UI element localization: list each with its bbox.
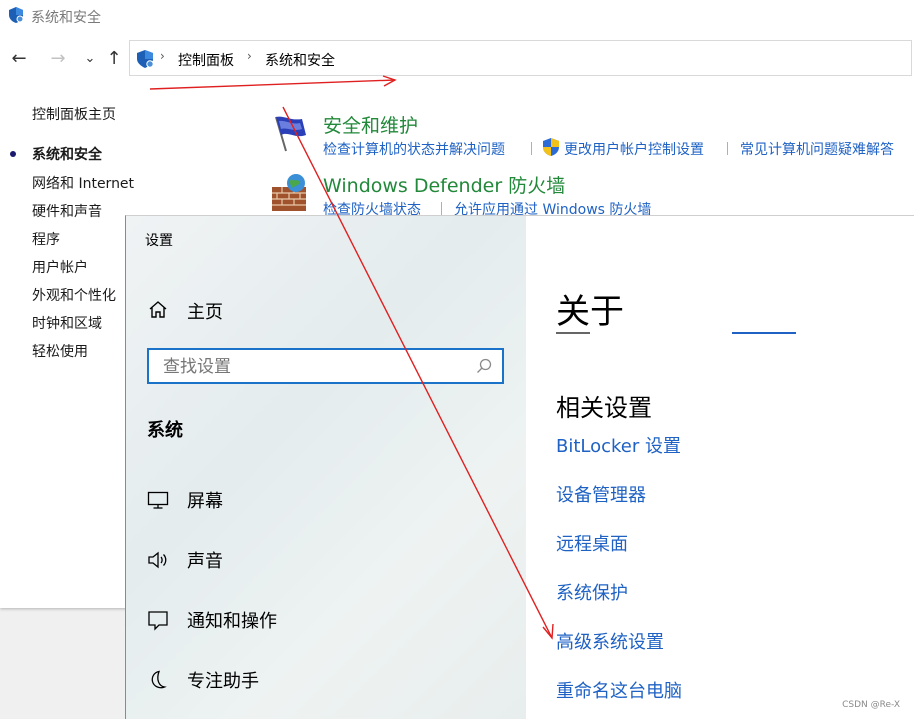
breadcrumb-system-security[interactable]: 系统和安全	[265, 50, 335, 70]
home-button[interactable]: 主页	[147, 298, 397, 323]
menu-item-label: 屏幕	[187, 491, 223, 512]
shield-icon	[137, 50, 154, 68]
nav-item-user-accounts[interactable]: 用户帐户	[32, 257, 88, 277]
category-title[interactable]: 安全和维护	[323, 111, 418, 138]
menu-item-display[interactable]: 屏幕	[147, 487, 447, 515]
link-check-status[interactable]: 检查计算机的状态并解决问题	[323, 139, 505, 159]
home-icon	[149, 301, 167, 318]
up-arrow-icon[interactable]: ↑	[103, 48, 125, 70]
settings-window: 设置 主页 系统 屏幕	[125, 215, 914, 719]
link-bitlocker[interactable]: BitLocker 设置	[556, 432, 681, 458]
flag-icon	[275, 116, 306, 152]
nav-item-network-internet[interactable]: 网络和 Internet	[32, 173, 134, 193]
title-bar: 系统和安全	[0, 0, 914, 32]
monitor-icon	[147, 491, 169, 509]
back-arrow-icon[interactable]: ←	[8, 48, 30, 70]
settings-content: 关于 相关设置 BitLocker 设置 设备管理器 远程桌面 系统保护 高级系…	[526, 216, 914, 719]
chevron-right-icon: ›	[247, 49, 252, 63]
link-troubleshoot[interactable]: 常见计算机问题疑难解答	[740, 139, 894, 159]
home-label: 主页	[187, 302, 223, 323]
firewall-icon	[272, 174, 306, 211]
navigation-bar: ← → ⌄ ↑ › 控制面板 › 系统和安全	[0, 40, 914, 78]
settings-window-title: 设置	[145, 233, 173, 249]
nav-item-programs[interactable]: 程序	[32, 229, 60, 249]
divider	[727, 142, 728, 155]
section-title-system: 系统	[147, 420, 183, 441]
link-advanced-system-settings[interactable]: 高级系统设置	[556, 628, 664, 654]
notification-icon	[148, 611, 168, 631]
category-title[interactable]: Windows Defender 防火墙	[323, 171, 565, 198]
page-title: 关于	[556, 292, 624, 332]
link-rename-pc[interactable]: 重命名这台电脑	[556, 677, 682, 703]
nav-item-appearance[interactable]: 外观和个性化	[32, 285, 116, 305]
clipped-text-remnant	[556, 332, 816, 338]
link-device-manager[interactable]: 设备管理器	[556, 481, 646, 507]
menu-item-label: 声音	[187, 551, 223, 572]
divider	[441, 202, 442, 215]
menu-item-label: 专注助手	[187, 671, 259, 692]
menu-item-sound[interactable]: 声音	[147, 547, 447, 575]
watermark: CSDN @Re-X	[842, 700, 900, 710]
link-uac-settings[interactable]: 更改用户帐户控制设置	[564, 139, 704, 159]
chevron-down-icon[interactable]: ⌄	[79, 48, 101, 70]
related-settings-title: 相关设置	[556, 394, 652, 422]
settings-sidebar: 设置 主页 系统 屏幕	[126, 216, 526, 719]
window-title: 系统和安全	[31, 10, 101, 26]
moon-icon	[151, 670, 167, 689]
chevron-right-icon: ›	[160, 49, 165, 63]
shield-icon	[9, 7, 24, 23]
nav-item-clock-region[interactable]: 时钟和区域	[32, 313, 102, 333]
address-bar[interactable]: › 控制面板 › 系统和安全	[129, 40, 912, 76]
uac-shield-icon	[543, 138, 559, 156]
search-input[interactable]	[161, 355, 465, 379]
link-remote-desktop[interactable]: 远程桌面	[556, 530, 628, 556]
forward-arrow-icon[interactable]: →	[47, 48, 69, 70]
nav-item-ease-of-access[interactable]: 轻松使用	[32, 341, 88, 361]
divider	[531, 142, 532, 155]
menu-item-focus-assist[interactable]: 专注助手	[147, 667, 447, 695]
menu-item-notifications[interactable]: 通知和操作	[147, 607, 447, 635]
nav-item-hardware-sound[interactable]: 硬件和声音	[32, 201, 102, 221]
search-icon[interactable]	[476, 358, 492, 374]
nav-item-system-security[interactable]: 系统和安全	[32, 144, 102, 164]
active-bullet-icon	[10, 151, 16, 157]
speaker-icon	[148, 551, 167, 569]
breadcrumb-control-panel[interactable]: 控制面板	[178, 50, 234, 70]
nav-item-control-panel-home[interactable]: 控制面板主页	[32, 104, 116, 124]
search-box[interactable]	[147, 348, 504, 384]
link-system-protection[interactable]: 系统保护	[556, 579, 628, 605]
menu-item-label: 通知和操作	[187, 611, 277, 632]
